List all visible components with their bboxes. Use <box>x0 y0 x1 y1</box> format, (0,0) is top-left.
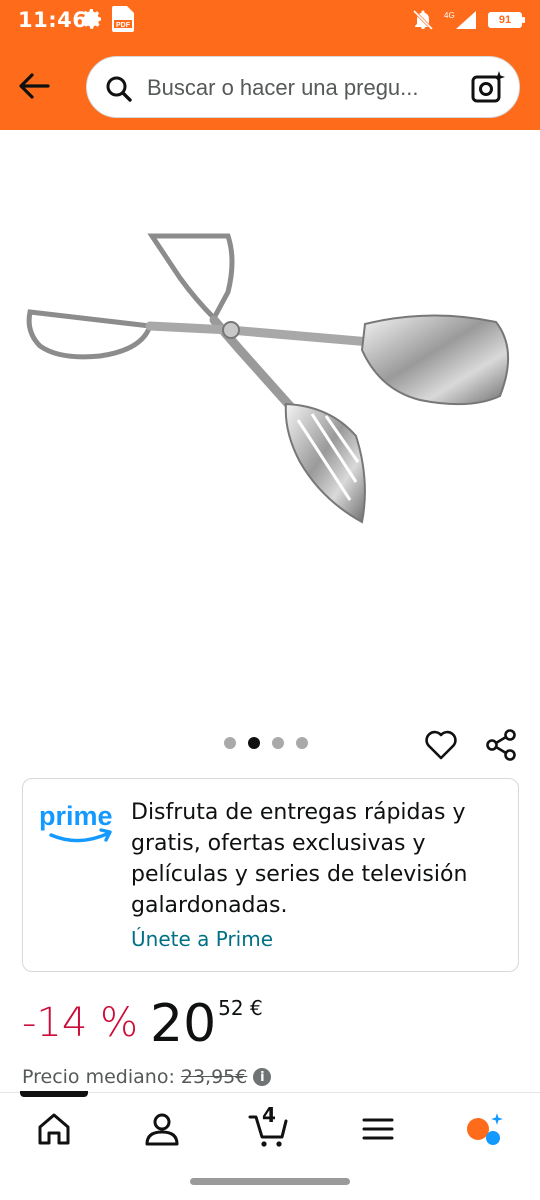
carousel-dot-active[interactable] <box>248 737 260 749</box>
svg-text:4G: 4G <box>444 11 455 20</box>
home-icon[interactable] <box>34 1109 74 1149</box>
cart-count-badge: 4 <box>262 1103 276 1127</box>
old-price: 23,95€ <box>180 1066 248 1088</box>
svg-text:prime: prime <box>39 801 113 831</box>
top-bar: 11:46 PDF 4G 91 Buscar o hacer una pregu… <box>0 0 540 130</box>
battery-indicator: 91 <box>488 12 525 28</box>
share-icon[interactable] <box>484 728 518 762</box>
carousel-dot[interactable] <box>296 737 308 749</box>
carousel-dot[interactable] <box>224 737 236 749</box>
info-icon[interactable]: i <box>253 1068 272 1086</box>
median-price: Precio mediano: 23,95€ i <box>22 1066 272 1088</box>
median-price-label: Precio mediano: <box>22 1066 175 1088</box>
carousel-dot[interactable] <box>272 737 284 749</box>
account-icon[interactable] <box>142 1109 182 1149</box>
salad-tongs-image[interactable] <box>0 200 540 560</box>
active-tab-indicator <box>20 1091 88 1097</box>
back-arrow-icon[interactable] <box>14 66 54 106</box>
notifications-off-icon <box>412 9 434 31</box>
price-whole: 20 <box>150 994 217 1054</box>
image-carousel-dots[interactable] <box>224 737 308 749</box>
signal-4g-icon: 4G <box>444 11 476 29</box>
status-bar: 11:46 PDF 4G 91 <box>0 0 540 40</box>
bottom-navigation: 4 <box>0 1091 540 1164</box>
status-time: 11:46 <box>18 8 88 32</box>
menu-icon[interactable] <box>358 1109 398 1149</box>
prime-promo-card[interactable]: prime Disfruta de entregas rápidas y gra… <box>22 778 519 972</box>
heart-icon[interactable] <box>424 728 458 762</box>
prime-description: Disfruta de entregas rápidas y gratis, o… <box>131 800 468 918</box>
search-icon <box>106 76 132 102</box>
pdf-file-icon: PDF <box>112 6 134 32</box>
discount-percentage: -14 % <box>22 1000 139 1046</box>
search-bar[interactable]: Buscar o hacer una pregu... <box>86 56 520 118</box>
cart-button[interactable]: 4 <box>248 1103 288 1149</box>
camera-search-icon[interactable] <box>471 71 505 105</box>
join-prime-link[interactable]: Únete a Prime <box>131 927 273 951</box>
gesture-navigation-bar[interactable] <box>190 1178 350 1185</box>
assistant-icon[interactable] <box>464 1109 504 1149</box>
product-price: 20 52 € <box>150 994 263 1054</box>
search-input[interactable]: Buscar o hacer una pregu... <box>147 75 467 101</box>
settings-gear-icon <box>82 9 101 29</box>
prime-logo: prime <box>39 801 113 843</box>
price-fraction: 52 € <box>218 996 263 1020</box>
svg-text:PDF: PDF <box>116 22 131 29</box>
status-right-icons: 4G 91 <box>412 8 525 32</box>
